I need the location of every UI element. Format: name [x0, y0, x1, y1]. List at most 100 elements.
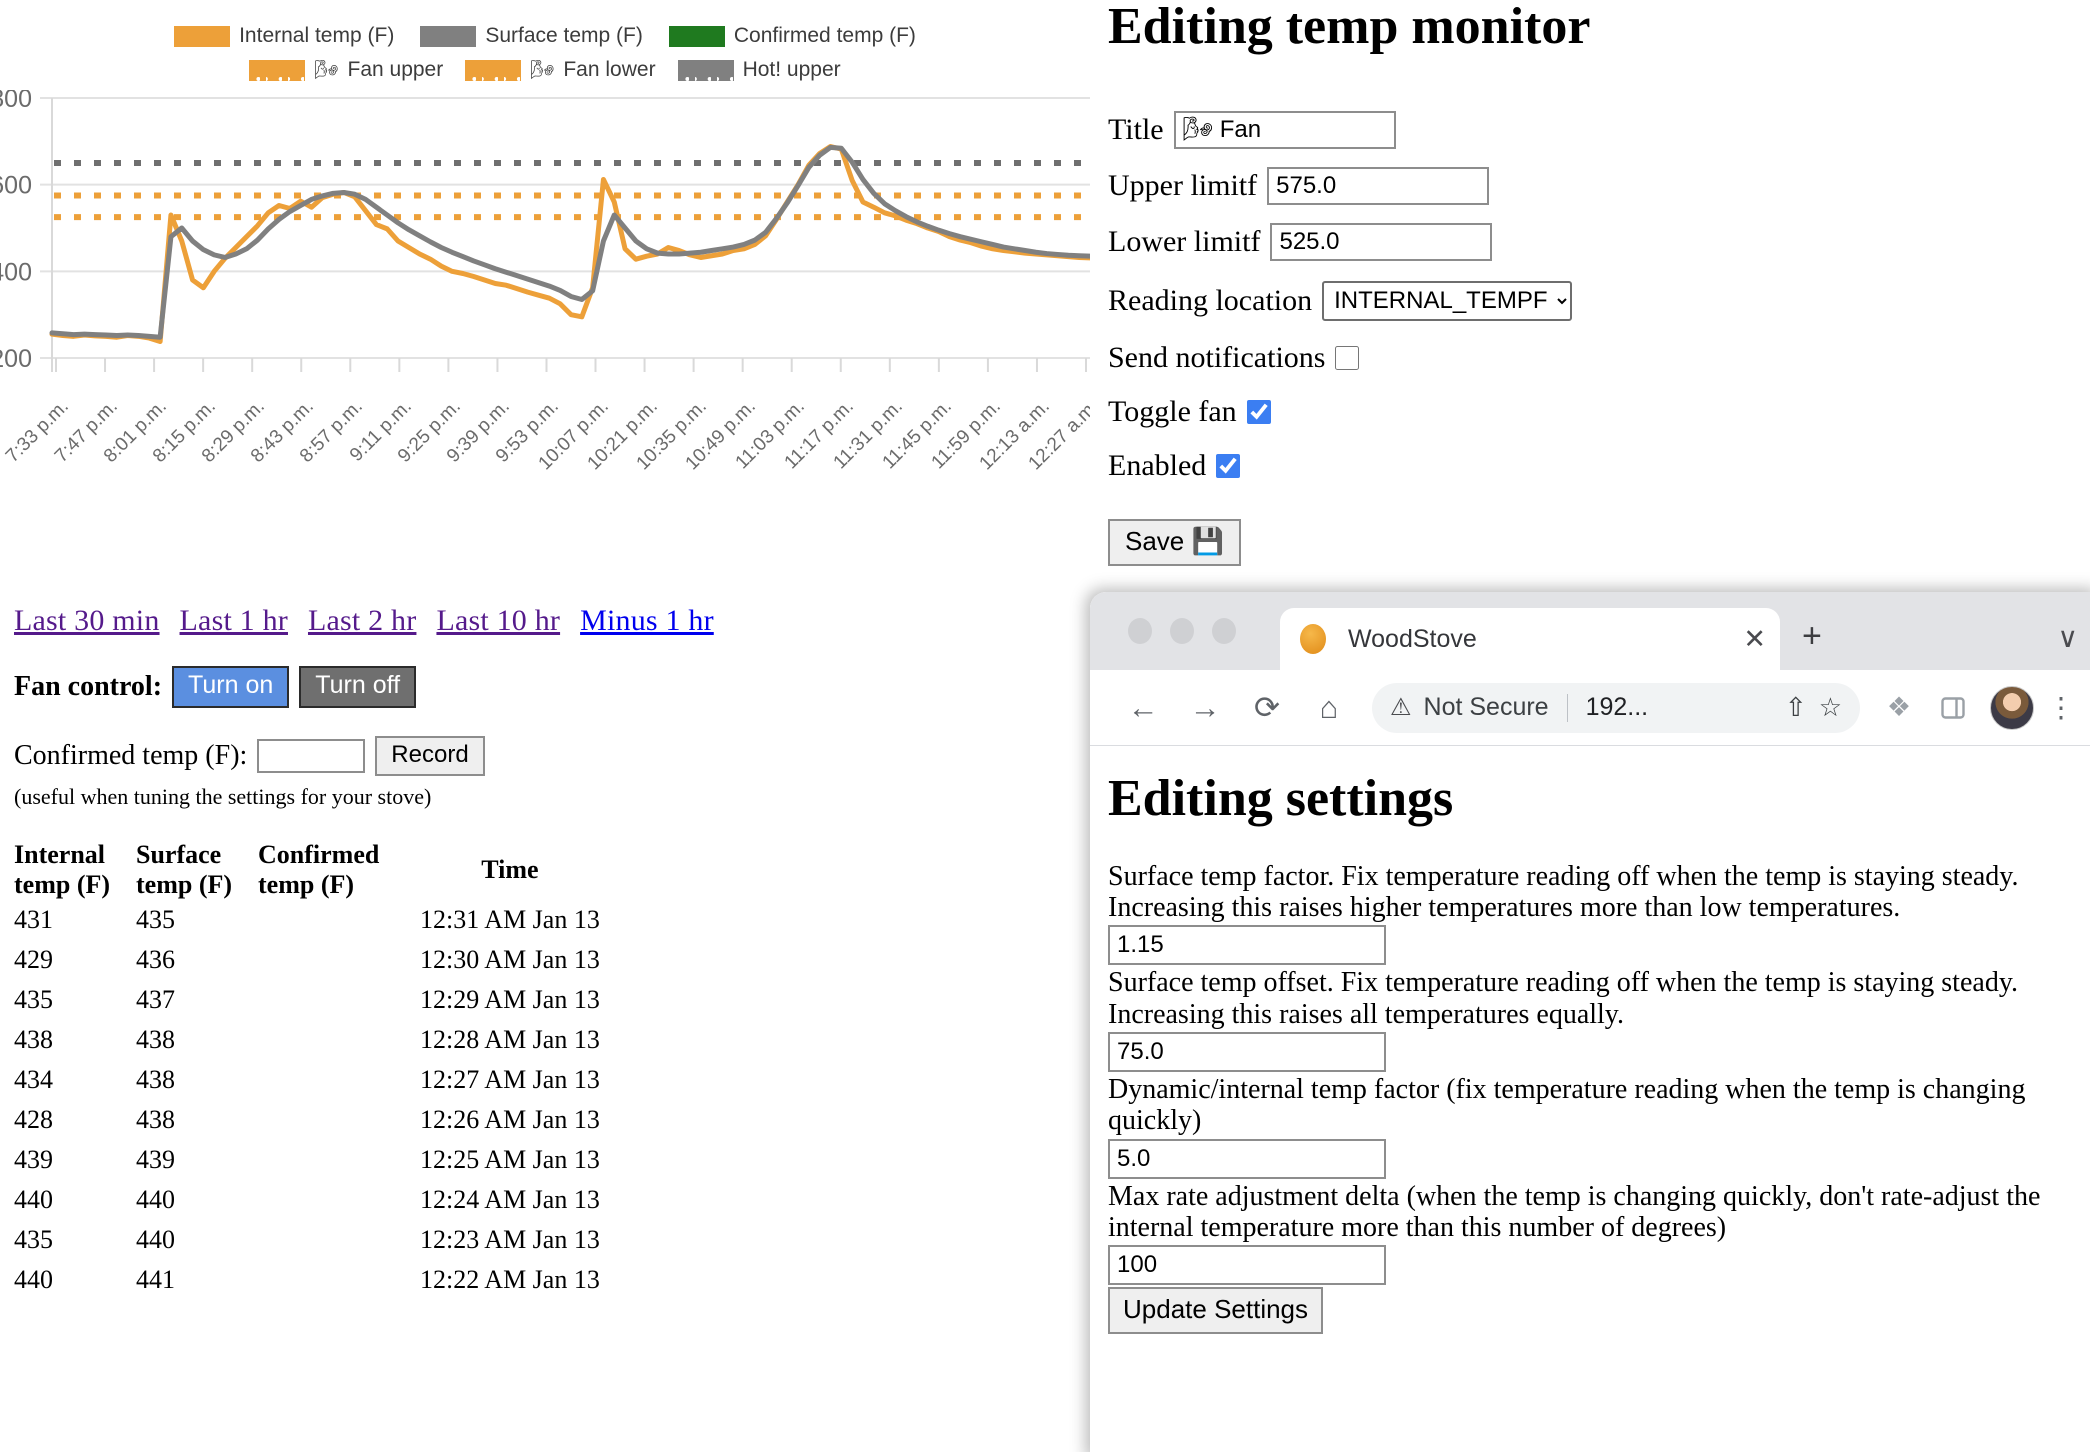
chevron-down-icon[interactable]: ∨ — [2058, 621, 2079, 654]
y-axis-tick-label: 600 — [0, 172, 32, 200]
cell-confirmed-temp — [258, 1260, 380, 1300]
enabled-checkbox[interactable] — [1216, 454, 1240, 478]
setting-description-dynamic-factor: Dynamic/internal temp factor (fix temper… — [1108, 1074, 2082, 1137]
timeframe-link[interactable]: Last 10 hr — [436, 604, 560, 637]
lower-limit-input[interactable] — [1270, 223, 1492, 261]
record-button[interactable]: Record — [375, 736, 484, 776]
cell-confirmed-temp — [258, 940, 380, 980]
avatar[interactable] — [1990, 686, 2034, 730]
update-settings-button[interactable]: Update Settings — [1108, 1287, 1323, 1334]
cell-internal-temp: 440 — [14, 1260, 136, 1300]
browser-tab[interactable]: WoodStove ✕ — [1280, 608, 1780, 670]
field-row-toggle-fan: Toggle fan — [1108, 395, 2090, 429]
home-icon[interactable]: ⌂ — [1298, 690, 1360, 726]
title-input[interactable] — [1174, 111, 1396, 149]
timeframe-link[interactable]: Last 2 hr — [308, 604, 416, 637]
close-window-icon[interactable] — [1128, 618, 1152, 644]
cell-confirmed-temp — [258, 1220, 380, 1260]
extensions-puzzle-icon[interactable]: ❖ — [1872, 692, 1926, 723]
legend-item-surface-temp: Surface temp (F) — [420, 24, 643, 48]
legend-item-fan-upper: 🌬 Fan upper — [249, 58, 443, 82]
table-row: 43943912:25 AM Jan 13 — [14, 1140, 626, 1180]
cell-internal-temp: 428 — [14, 1100, 136, 1140]
back-icon[interactable]: ← — [1112, 690, 1174, 726]
reading-location-select[interactable]: INTERNAL_TEMPF — [1322, 281, 1572, 321]
cell-internal-temp: 439 — [14, 1140, 136, 1180]
tab-title: WoodStove — [1348, 625, 1743, 654]
timeframe-link[interactable]: Last 1 hr — [180, 604, 288, 637]
turn-fan-on-button[interactable]: Turn on — [172, 666, 289, 708]
confirmed-temp-label: Confirmed temp (F): — [14, 740, 247, 772]
timeframe-link[interactable]: Minus 1 hr — [580, 604, 714, 637]
address-bar[interactable]: ⚠ Not Secure 192... ⇧ ☆ — [1372, 683, 1860, 733]
maximize-window-icon[interactable] — [1212, 618, 1236, 644]
setting-description-max-rate-delta: Max rate adjustment delta (when the temp… — [1108, 1181, 2082, 1244]
legend-label: Confirmed temp (F) — [734, 24, 916, 48]
cell-surface-temp: 440 — [136, 1220, 258, 1260]
upper-limit-input[interactable] — [1267, 167, 1489, 205]
cell-confirmed-temp — [258, 980, 380, 1020]
cell-time: 12:28 AM Jan 13 — [380, 1020, 626, 1060]
cell-confirmed-temp — [258, 1060, 380, 1100]
max-rate-delta-input[interactable] — [1108, 1245, 1386, 1285]
readings-table: Internal temp (F) Surface temp (F) Confi… — [14, 840, 626, 1300]
legend-swatch-icon — [669, 26, 725, 47]
cell-surface-temp: 435 — [136, 900, 258, 940]
legend-swatch-icon — [420, 26, 476, 47]
side-panel-icon[interactable] — [1926, 695, 1980, 721]
legend-item-fan-lower: 🌬 Fan lower — [465, 58, 655, 82]
field-row-enabled: Enabled — [1108, 449, 2090, 483]
fan-control-row: Fan control: Turn on Turn off — [14, 666, 1090, 708]
cell-internal-temp: 438 — [14, 1020, 136, 1060]
timeframe-link[interactable]: Last 30 min — [14, 604, 160, 637]
cell-time: 12:22 AM Jan 13 — [380, 1260, 626, 1300]
cell-surface-temp: 440 — [136, 1180, 258, 1220]
send-notifications-checkbox[interactable] — [1335, 346, 1359, 370]
share-icon[interactable]: ⇧ — [1785, 693, 1807, 723]
minimize-window-icon[interactable] — [1170, 618, 1194, 644]
cell-internal-temp: 429 — [14, 940, 136, 980]
close-tab-icon[interactable]: ✕ — [1743, 624, 1766, 655]
legend-item-hot-upper: Hot! upper — [678, 58, 841, 82]
cell-internal-temp: 435 — [14, 980, 136, 1020]
cell-time: 12:26 AM Jan 13 — [380, 1100, 626, 1140]
reload-icon[interactable]: ⟳ — [1236, 690, 1298, 726]
cell-surface-temp: 438 — [136, 1100, 258, 1140]
turn-fan-off-button[interactable]: Turn off — [299, 666, 416, 708]
cell-time: 12:31 AM Jan 13 — [380, 900, 626, 940]
legend-label: Surface temp (F) — [485, 24, 643, 48]
fan-icon: 🌬 — [314, 61, 338, 80]
browser-page-content: Editing settings Surface temp factor. Fi… — [1090, 746, 2090, 1452]
fan-icon: 🌬 — [530, 61, 554, 80]
cell-confirmed-temp — [258, 1100, 380, 1140]
browser-tabstrip: WoodStove ✕ + ∨ — [1090, 592, 2090, 670]
chart-legend-thresholds: 🌬 Fan upper 🌬 Fan lower Hot! upper — [0, 48, 1090, 82]
field-row-reading-location: Reading location INTERNAL_TEMPF — [1108, 281, 2090, 321]
save-button[interactable]: Save 💾 — [1108, 519, 1241, 566]
enabled-label: Enabled — [1108, 449, 1206, 483]
tab-favicon-icon — [1300, 624, 1326, 654]
dynamic-temp-factor-input[interactable] — [1108, 1139, 1386, 1179]
surface-temp-offset-input[interactable] — [1108, 1032, 1386, 1072]
field-row-upper-limit: Upper limitf — [1108, 167, 2090, 205]
cell-surface-temp: 438 — [136, 1020, 258, 1060]
surface-temp-factor-input[interactable] — [1108, 925, 1386, 965]
menu-kebab-icon[interactable]: ⋮ — [2044, 691, 2078, 724]
forward-icon[interactable]: → — [1174, 690, 1236, 726]
chart-x-axis-labels: 7:33 p.m.7:47 p.m.8:01 p.m.8:15 p.m.8:29… — [0, 390, 1090, 482]
warning-triangle-icon: ⚠ — [1390, 693, 1412, 722]
confirmed-temp-input[interactable] — [257, 739, 365, 773]
reading-location-label: Reading location — [1108, 284, 1312, 318]
bookmark-star-icon[interactable]: ☆ — [1819, 693, 1842, 723]
table-row: 42943612:30 AM Jan 13 — [14, 940, 626, 980]
legend-label: Hot! upper — [743, 58, 841, 82]
toggle-fan-checkbox[interactable] — [1247, 400, 1271, 424]
column-header-internal-temp: Internal temp (F) — [14, 840, 136, 900]
table-row: 44044012:24 AM Jan 13 — [14, 1180, 626, 1220]
cell-confirmed-temp — [258, 1180, 380, 1220]
legend-label: Fan upper — [348, 58, 444, 82]
toggle-fan-label: Toggle fan — [1108, 395, 1237, 429]
fan-control-label: Fan control: — [14, 671, 162, 703]
new-tab-icon[interactable]: + — [1802, 617, 1822, 656]
title-label: Title — [1108, 113, 1164, 147]
